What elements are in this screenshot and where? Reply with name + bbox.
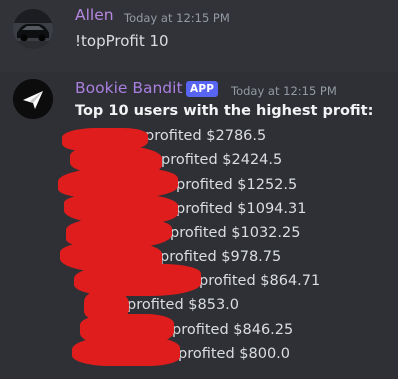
car-avatar-icon[interactable] <box>13 9 53 49</box>
message-allen <box>0 0 398 62</box>
username-allen[interactable]: Allen <box>75 6 114 24</box>
message-timestamp: Today at 12:15 PM <box>124 11 230 25</box>
leaderboard-line: profited $800.0 <box>178 346 291 362</box>
leaderboard-line: profited $2786.5 <box>145 128 267 144</box>
leaderboard-line: profited $853.0 <box>127 297 240 313</box>
message-timestamp: Today at 12:15 PM <box>231 84 337 98</box>
leaderboard-line: profited $978.75 <box>160 249 282 265</box>
leaderboard-heading: Top 10 users with the highest profit: <box>75 103 374 119</box>
leaderboard-line: profited $1032.25 <box>170 225 301 241</box>
username-bookie-bandit[interactable]: Bookie Bandit <box>75 79 183 97</box>
bookie-bandit-logo-icon[interactable] <box>13 79 53 119</box>
leaderboard-line: profited $846.25 <box>172 322 294 338</box>
leaderboard-line: profited $1252.5 <box>176 177 298 193</box>
message-text: !topProfit 10 <box>75 32 169 50</box>
leaderboard-line: profited $1094.31 <box>176 201 307 217</box>
app-badge: APP <box>186 81 219 97</box>
leaderboard-line: profited $2424.5 <box>161 152 283 168</box>
leaderboard-line: profited $864.71 <box>199 273 321 289</box>
